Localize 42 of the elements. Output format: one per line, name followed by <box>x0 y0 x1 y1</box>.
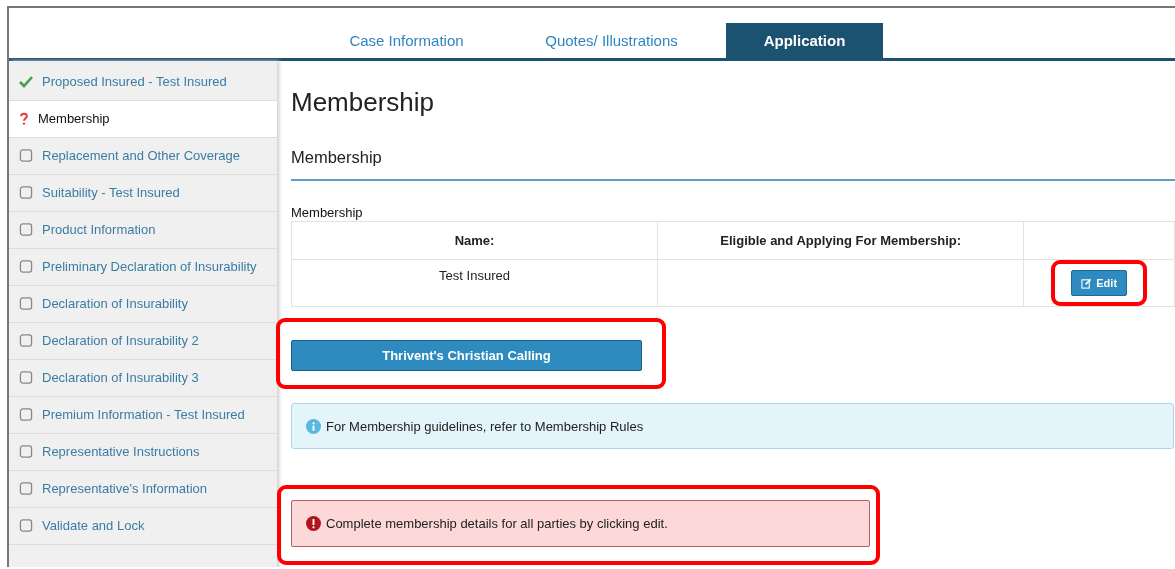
sidebar-item[interactable]: Declaration of Insurability <box>9 286 277 323</box>
exclamation-icon <box>306 516 321 531</box>
checkbox-icon <box>19 519 33 532</box>
sidebar-item[interactable]: Product Information <box>9 212 277 249</box>
table-cell: Test Insured <box>291 259 658 307</box>
sidebar-item[interactable]: Preliminary Declaration of Insurability <box>9 249 277 286</box>
checkbox-icon <box>19 223 33 236</box>
page-title: Membership <box>291 87 436 118</box>
info-icon <box>306 418 321 434</box>
sidebar-item[interactable]: Suitability - Test Insured <box>9 175 277 212</box>
sidebar-item[interactable]: Membership <box>9 101 277 138</box>
sidebar-item[interactable]: Representative's Information <box>9 471 277 508</box>
tab[interactable]: Case Information <box>304 23 509 58</box>
checkbox-icon <box>19 186 33 199</box>
sidebar-item[interactable]: Declaration of Insurability 3 <box>9 360 277 397</box>
table-label: Membership <box>291 205 364 220</box>
checkbox-icon <box>19 297 33 310</box>
info-text: For Membership guidelines, refer to Membership Rules <box>326 418 644 434</box>
question-mark-icon <box>19 112 29 125</box>
checkbox-icon <box>19 334 33 347</box>
tab[interactable]: Application <box>726 23 883 58</box>
calling-button[interactable]: Thrivent's Christian Calling <box>291 340 642 371</box>
sidebar-item[interactable]: Proposed Insured - Test Insured <box>9 64 277 101</box>
error-text: Complete membership details for all parties by clicking edit. <box>326 516 668 531</box>
checkmark-icon <box>19 75 33 88</box>
sidebar-item[interactable]: Premium Information - Test Insured <box>9 397 277 434</box>
column-header: Eligible and Applying For Membership: <box>657 221 1024 260</box>
checkbox-icon <box>19 149 33 162</box>
edit-icon <box>1081 277 1093 289</box>
tab[interactable]: Quotes/ Illustrations <box>509 23 714 58</box>
sidebar-item[interactable]: Replacement and Other Coverage <box>9 138 277 175</box>
column-header: Name: <box>291 221 658 260</box>
sidebar-item[interactable]: Validate and Lock <box>9 508 277 545</box>
section-title: Membership <box>291 148 1175 181</box>
sidebar-item[interactable]: Declaration of Insurability 2 <box>9 323 277 360</box>
checkbox-icon <box>19 371 33 384</box>
checkbox-icon <box>19 445 33 458</box>
checkbox-icon <box>19 482 33 495</box>
checkbox-icon <box>19 260 33 273</box>
sidebar-item[interactable]: Representative Instructions <box>9 434 277 471</box>
edit-button[interactable]: Edit <box>1071 270 1128 296</box>
checkbox-icon <box>19 408 33 421</box>
